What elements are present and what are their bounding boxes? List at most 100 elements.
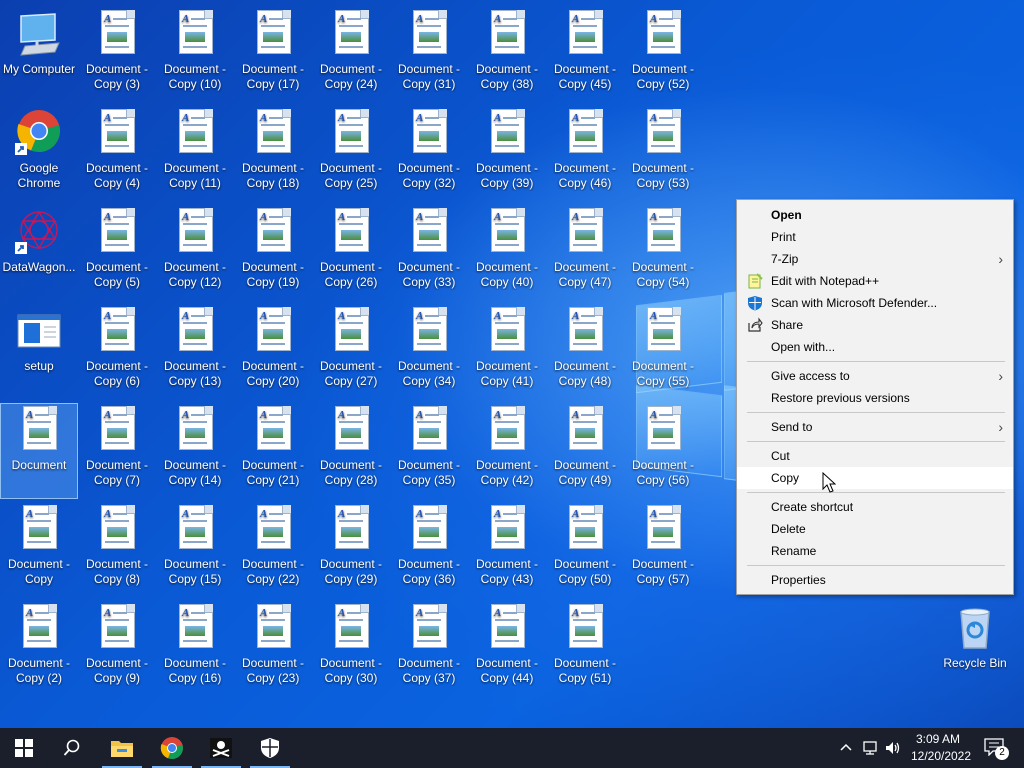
menu-item-restore-previous-versions[interactable]: Restore previous versions — [737, 387, 1013, 409]
document-copy-file-icon[interactable]: A Document - Copy (47) — [547, 206, 623, 300]
document-copy-file-icon[interactable]: A Document - Copy (16) — [157, 602, 233, 696]
document-copy-file-icon[interactable]: A Document - Copy (17) — [235, 8, 311, 102]
document-copy-file-icon[interactable]: A Document - Copy (23) — [235, 602, 311, 696]
windows-security-taskbar-button[interactable] — [246, 728, 294, 768]
document-copy-file-icon[interactable]: A Document - Copy (38) — [469, 8, 545, 102]
document-copy-file-icon[interactable]: A Document - Copy (26) — [313, 206, 389, 300]
document-copy-file-icon[interactable]: A Document - Copy (19) — [235, 206, 311, 300]
document-copy-file-icon[interactable]: A Document - Copy (53) — [625, 107, 701, 201]
menu-item-print[interactable]: Print — [737, 226, 1013, 248]
document-copy-file-icon[interactable]: A Document - Copy (54) — [625, 206, 701, 300]
document-copy-file-icon[interactable]: A Document - Copy (29) — [313, 503, 389, 597]
recycle-bin-icon[interactable]: Recycle Bin — [937, 602, 1013, 696]
document-copy-file-icon[interactable]: A Document - Copy (50) — [547, 503, 623, 597]
document-copy-file-icon[interactable]: A Document - Copy (18) — [235, 107, 311, 201]
document-copy-file-icon[interactable]: A Document - Copy (34) — [391, 305, 467, 399]
document-copy-file-icon[interactable]: A Document - Copy (49) — [547, 404, 623, 498]
pirate-app-taskbar-button[interactable] — [197, 728, 245, 768]
document-copy-file-icon[interactable]: A Document - Copy (57) — [625, 503, 701, 597]
document-copy-file-icon[interactable]: A Document - Copy (45) — [547, 8, 623, 102]
document-copy-file-icon[interactable]: A Document - Copy (11) — [157, 107, 233, 201]
document-copy-file-icon[interactable]: A Document - Copy (55) — [625, 305, 701, 399]
document-copy-file-icon[interactable]: A Document - Copy (43) — [469, 503, 545, 597]
menu-item-give-access-to[interactable]: Give access to › — [737, 365, 1013, 387]
document-copy-file-icon[interactable]: A Document - Copy (7) — [79, 404, 155, 498]
clock-time[interactable]: 3:09 AM — [908, 732, 968, 746]
chrome-taskbar-button[interactable] — [148, 728, 196, 768]
document-copy-file-icon[interactable]: A Document - Copy (33) — [391, 206, 467, 300]
menu-item-label: Restore previous versions — [771, 391, 910, 405]
network-icon[interactable] — [862, 739, 880, 757]
submenu-arrow-icon: › — [998, 419, 1003, 435]
document-copy-file-icon[interactable]: A Document - Copy (52) — [625, 8, 701, 102]
document-copy-file-icon[interactable]: A Document - Copy (39) — [469, 107, 545, 201]
document-copy-file-icon[interactable]: A Document - Copy (15) — [157, 503, 233, 597]
icon-label: Document - Copy (53) — [631, 161, 695, 190]
menu-item-send-to[interactable]: Send to › — [737, 416, 1013, 438]
menu-item-create-shortcut[interactable]: Create shortcut — [737, 496, 1013, 518]
icon-label: Document - Copy (36) — [397, 557, 461, 586]
menu-item-scan-with-microsoft-defender[interactable]: Scan with Microsoft Defender... — [737, 292, 1013, 314]
document-copy-file-icon[interactable]: A Document - Copy (32) — [391, 107, 467, 201]
document-copy-file-icon[interactable]: A Document - Copy (48) — [547, 305, 623, 399]
document-copy-file-icon[interactable]: A Document - Copy (24) — [313, 8, 389, 102]
menu-item-open[interactable]: Open — [737, 204, 1013, 226]
menu-item-cut[interactable]: Cut — [737, 445, 1013, 467]
document-copy-file-icon[interactable]: A Document - Copy (51) — [547, 602, 623, 696]
document-copy-file-icon[interactable]: A Document - Copy (42) — [469, 404, 545, 498]
document-copy-file-icon[interactable]: A Document - Copy (41) — [469, 305, 545, 399]
menu-item-open-with[interactable]: Open with... — [737, 336, 1013, 358]
menu-item-copy[interactable]: Copy — [737, 467, 1013, 489]
document-copy-file-icon[interactable]: A Document - Copy (37) — [391, 602, 467, 696]
document-copy-file-icon[interactable]: A Document - Copy (40) — [469, 206, 545, 300]
menu-item-7-zip[interactable]: 7-Zip › — [737, 248, 1013, 270]
document-copy-2-icon[interactable]: A Document - Copy (2) — [1, 602, 77, 696]
document-icon[interactable]: A Document — [0, 403, 78, 499]
folder-icon — [111, 741, 133, 757]
document-copy-file-icon[interactable]: A Document - Copy (31) — [391, 8, 467, 102]
document-copy-file-icon[interactable]: A Document - Copy (28) — [313, 404, 389, 498]
menu-item-edit-with-notepad[interactable]: Edit with Notepad++ — [737, 270, 1013, 292]
notifications-button[interactable]: 2 — [976, 728, 1024, 768]
document-copy-file-icon[interactable]: A Document - Copy (56) — [625, 404, 701, 498]
google-chrome-shortcut-icon[interactable]: Google Chrome — [1, 107, 77, 201]
document-copy-file-icon[interactable]: A Document - Copy (5) — [79, 206, 155, 300]
document-copy-file-icon[interactable]: A Document - Copy (13) — [157, 305, 233, 399]
document-copy-file-icon[interactable]: A Document - Copy (12) — [157, 206, 233, 300]
document-copy-file-icon[interactable]: A Document - Copy (35) — [391, 404, 467, 498]
document-file-icon: A — [639, 109, 687, 157]
desktop[interactable]: Recycle Bin Open Print 7-Zip › Edit with Not… — [0, 0, 1024, 728]
clock-date[interactable]: 12/20/2022 — [908, 749, 974, 763]
document-copy-file-icon[interactable]: A Document - Copy (4) — [79, 107, 155, 201]
document-copy-file-icon[interactable]: A Document - Copy (25) — [313, 107, 389, 201]
start-button[interactable] — [0, 728, 48, 768]
search-button[interactable] — [48, 728, 96, 768]
document-copy-file-icon[interactable]: A Document - Copy (36) — [391, 503, 467, 597]
menu-item-delete[interactable]: Delete — [737, 518, 1013, 540]
menu-item-share[interactable]: Share — [737, 314, 1013, 336]
datawagon-shortcut-icon[interactable]: DataWagon... — [1, 206, 77, 300]
document-copy-file-icon[interactable]: A Document - Copy (10) — [157, 8, 233, 102]
menu-item-properties[interactable]: Properties — [737, 569, 1013, 591]
document-copy-file-icon[interactable]: A Document - Copy (27) — [313, 305, 389, 399]
document-copy-file-icon[interactable]: A Document - Copy (3) — [79, 8, 155, 102]
document-copy-file-icon[interactable]: A Document - Copy (8) — [79, 503, 155, 597]
document-copy-file-icon[interactable]: A Document - Copy (6) — [79, 305, 155, 399]
icon-label: Document - Copy (5) — [85, 260, 149, 289]
icon-label: Document - Copy (52) — [631, 62, 695, 91]
document-copy-file-icon[interactable]: A Document - Copy (44) — [469, 602, 545, 696]
document-copy-file-icon[interactable]: A Document - Copy (9) — [79, 602, 155, 696]
document-copy-file-icon[interactable]: A Document - Copy (30) — [313, 602, 389, 696]
my-computer-icon[interactable]: My Computer — [1, 8, 77, 102]
show-hidden-icons-chevron-icon[interactable] — [840, 742, 852, 752]
setup-icon[interactable]: setup — [1, 305, 77, 399]
document-copy-file-icon[interactable]: A Document - Copy (46) — [547, 107, 623, 201]
menu-item-rename[interactable]: Rename — [737, 540, 1013, 562]
volume-icon[interactable] — [884, 739, 902, 757]
document-copy-icon[interactable]: A Document - Copy — [1, 503, 77, 597]
document-copy-file-icon[interactable]: A Document - Copy (14) — [157, 404, 233, 498]
document-copy-file-icon[interactable]: A Document - Copy (22) — [235, 503, 311, 597]
file-explorer-button[interactable] — [98, 728, 146, 768]
document-copy-file-icon[interactable]: A Document - Copy (21) — [235, 404, 311, 498]
document-copy-file-icon[interactable]: A Document - Copy (20) — [235, 305, 311, 399]
